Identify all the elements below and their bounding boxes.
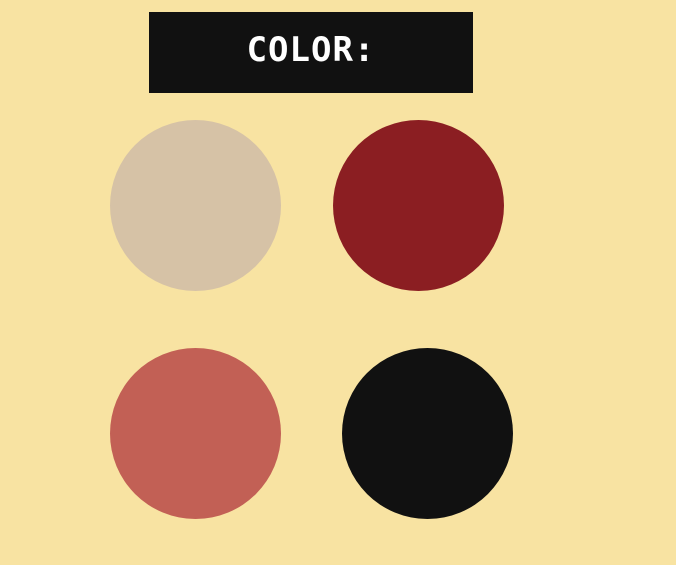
color-swatch-coral[interactable] [110, 348, 281, 519]
color-title: COLOR: [246, 29, 376, 70]
color-swatch-dark-red[interactable] [333, 120, 504, 291]
color-swatch-black[interactable] [342, 348, 513, 519]
color-swatch-beige[interactable] [110, 120, 281, 291]
color-title-bar: COLOR: [149, 12, 473, 93]
